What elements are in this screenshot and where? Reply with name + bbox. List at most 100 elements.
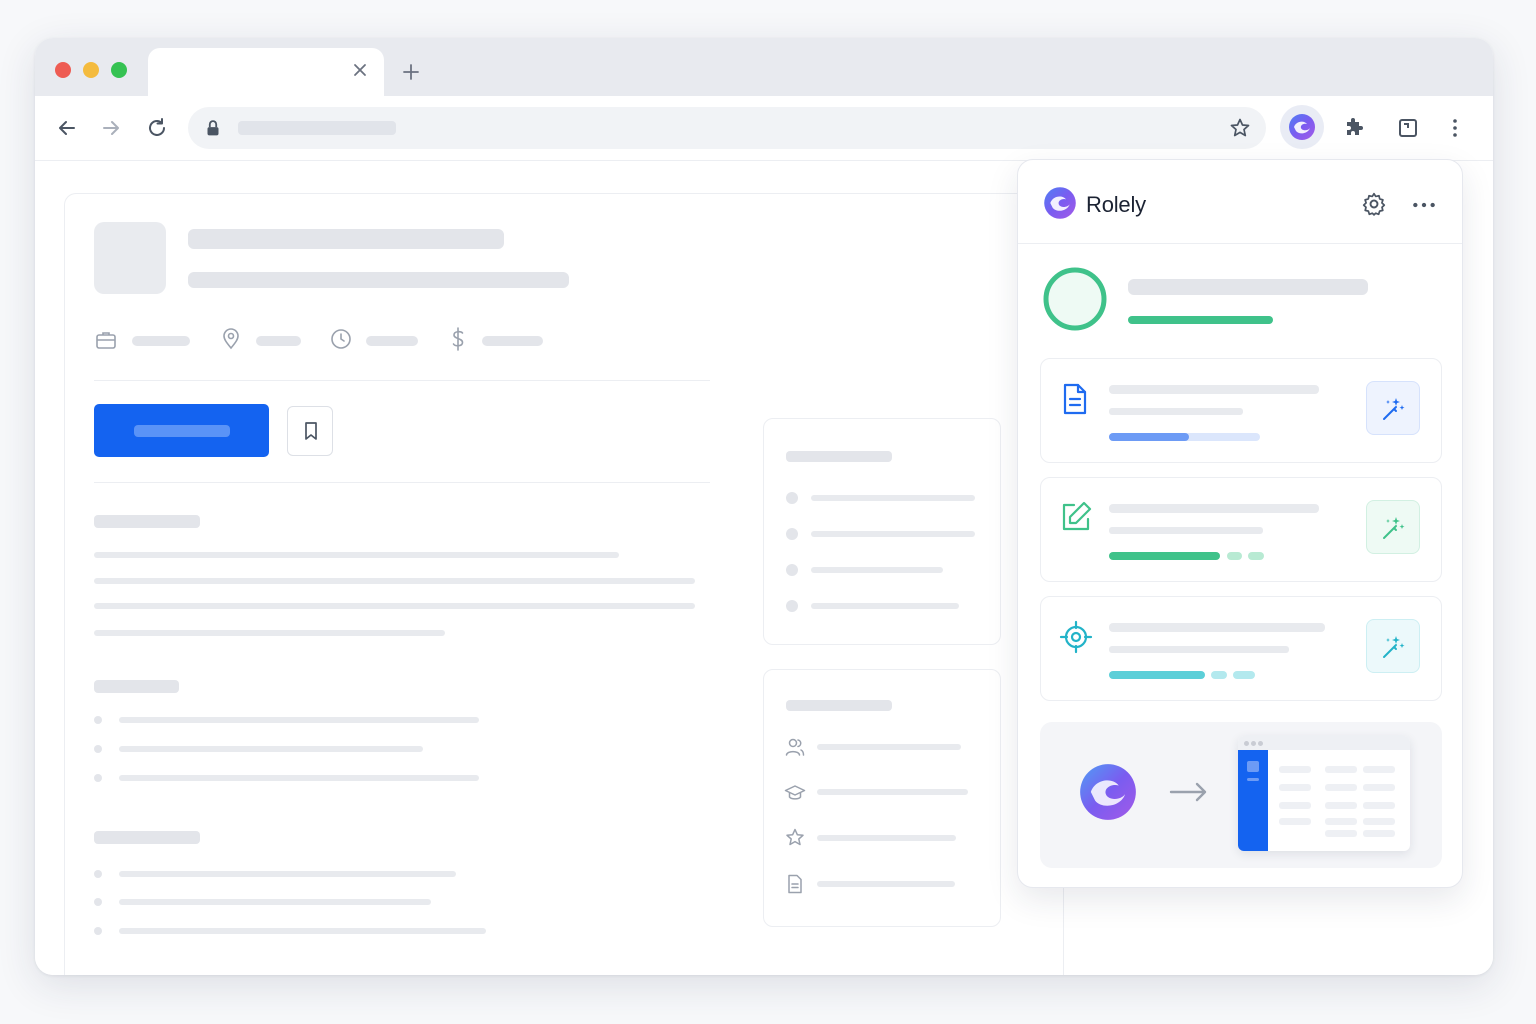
list-item [811, 603, 959, 609]
tool-subtitle-placeholder [1109, 646, 1289, 653]
mini-topbar [1238, 736, 1410, 750]
magic-wand-button[interactable] [1366, 381, 1420, 435]
plus-icon[interactable] [401, 62, 421, 82]
tool-progress-segment [1233, 671, 1255, 679]
mini-cell [1325, 830, 1357, 837]
rolely-extension-icon [1289, 114, 1315, 140]
job-title-placeholder [188, 229, 504, 249]
side-panel-illustration [1040, 722, 1442, 868]
mini-cell [1279, 784, 1311, 791]
mini-panel-line [1247, 778, 1259, 781]
detail-line [817, 744, 961, 750]
tool-tile-cover-letter[interactable] [1040, 477, 1442, 582]
mini-dot [1251, 741, 1256, 746]
address-bar[interactable] [188, 107, 1266, 149]
arrow-left-icon[interactable] [55, 116, 79, 140]
puzzle-icon[interactable] [1342, 116, 1366, 140]
users-icon [785, 738, 805, 756]
magic-wand-button[interactable] [1366, 500, 1420, 554]
minimize-window-button[interactable] [83, 62, 99, 78]
lock-icon[interactable] [202, 117, 224, 139]
arrow-right-icon [1169, 782, 1207, 802]
card-heading [786, 451, 892, 462]
mini-cell [1363, 830, 1395, 837]
document-icon [788, 874, 802, 894]
rolely-extension-button[interactable] [1280, 105, 1324, 149]
side-panel-icon[interactable] [1396, 116, 1420, 140]
location-placeholder [256, 336, 301, 346]
section-heading [94, 680, 179, 693]
tool-tile-job-match[interactable] [1040, 596, 1442, 701]
gear-icon[interactable] [1361, 191, 1387, 217]
status-progress-bar [1128, 316, 1273, 324]
tool-progress-segment [1248, 552, 1264, 560]
mini-cell [1279, 766, 1311, 773]
mini-cell [1363, 802, 1395, 809]
more-vertical-icon[interactable] [1443, 116, 1467, 140]
list-item [119, 928, 486, 934]
tab-strip [35, 38, 1493, 96]
arrow-right-icon[interactable] [99, 116, 123, 140]
magic-wand-button[interactable] [1366, 619, 1420, 673]
browser-toolbar [35, 96, 1493, 161]
detail-line [817, 881, 955, 887]
tool-progress-fill [1109, 552, 1220, 560]
popup-divider [1018, 243, 1462, 244]
bullet [94, 774, 102, 782]
reload-icon[interactable] [145, 116, 169, 140]
apply-button[interactable] [94, 404, 269, 457]
list-item [119, 899, 431, 905]
popup-title: Rolely [1086, 192, 1146, 217]
tool-tile-resume[interactable] [1040, 358, 1442, 463]
mini-cell [1325, 818, 1357, 825]
rolely-popup: Rolely [1017, 159, 1463, 888]
tool-progress-segment [1227, 552, 1242, 560]
section-heading [94, 831, 200, 844]
posted-date-placeholder [366, 336, 418, 346]
tool-title-placeholder [1109, 623, 1325, 632]
star-icon[interactable] [1228, 116, 1252, 140]
company-logo [94, 222, 166, 294]
mini-cell [1363, 784, 1395, 791]
tool-progress-fill [1109, 433, 1189, 441]
graduation-cap-icon [784, 785, 806, 800]
dollar-icon [452, 327, 464, 351]
tool-progress-fill [1109, 671, 1205, 679]
list-item [119, 717, 479, 723]
location-pin-icon [223, 328, 239, 350]
card-heading [786, 700, 892, 711]
text-line [94, 630, 445, 636]
close-icon[interactable] [350, 60, 370, 80]
bullet [786, 600, 798, 612]
mini-cell [1363, 818, 1395, 825]
tool-subtitle-placeholder [1109, 527, 1263, 534]
mini-panel-block [1247, 761, 1259, 772]
mini-cell [1279, 818, 1311, 825]
text-line [94, 578, 695, 584]
tool-title-placeholder [1109, 385, 1319, 394]
maximize-window-button[interactable] [111, 62, 127, 78]
edit-icon [1062, 501, 1092, 531]
bullet [94, 716, 102, 724]
apply-button-label [134, 425, 230, 437]
company-name-placeholder [188, 272, 569, 288]
magic-wand-icon [1383, 517, 1405, 539]
more-horizontal-icon[interactable] [1411, 192, 1437, 218]
detail-line [817, 789, 968, 795]
browser-tab[interactable] [148, 48, 384, 96]
magic-wand-icon [1383, 398, 1405, 420]
close-window-button[interactable] [55, 62, 71, 78]
detail-line [817, 835, 956, 841]
bullet [786, 528, 798, 540]
save-job-button[interactable] [287, 406, 333, 456]
mini-browser-illustration [1238, 736, 1410, 851]
divider [94, 482, 710, 483]
mini-dot [1244, 741, 1249, 746]
list-item [811, 567, 943, 573]
bullet [94, 745, 102, 753]
rolely-logo-icon [1080, 764, 1136, 820]
star-icon [786, 828, 804, 846]
divider [94, 380, 710, 381]
section-heading [94, 515, 200, 528]
job-summary-card [763, 418, 1001, 645]
